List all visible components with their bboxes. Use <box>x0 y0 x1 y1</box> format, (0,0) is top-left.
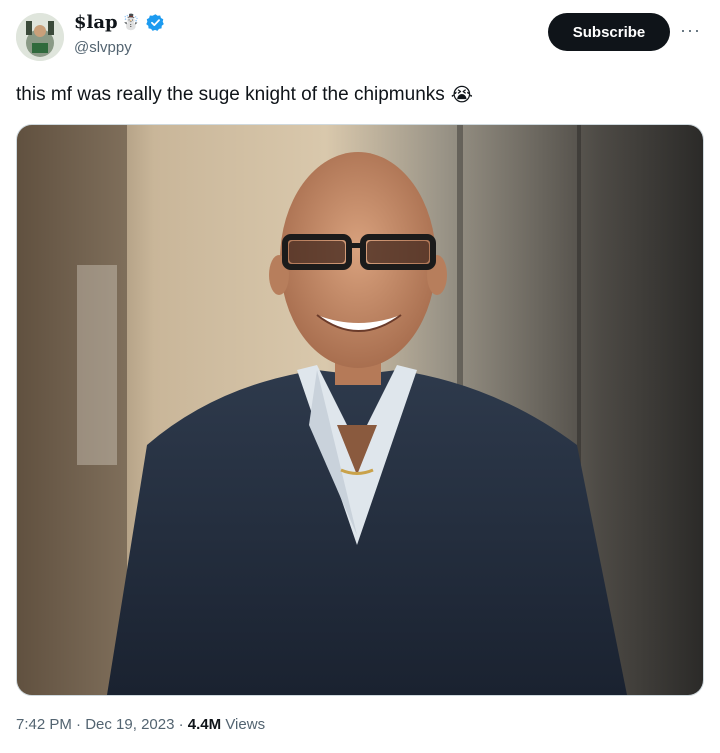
subscribe-button[interactable]: Subscribe <box>548 13 670 51</box>
tweet-time[interactable]: 7:42 PM <box>16 716 72 733</box>
separator-dot: · <box>71 716 86 733</box>
views-count: 4.4M <box>187 716 222 733</box>
tweet-text-row: this mf was really the suge knight of th… <box>16 84 473 106</box>
tweet-media[interactable] <box>16 124 704 696</box>
display-name-row: $lap ☃️ <box>74 12 165 33</box>
tweet-text: this mf was really the suge knight of th… <box>16 84 445 105</box>
separator-dot: · <box>174 716 188 733</box>
tweet-date[interactable]: Dec 19, 2023 <box>85 716 174 733</box>
verified-badge-icon <box>146 14 165 31</box>
views-label: Views <box>221 716 266 733</box>
tweet-meta: 7:42 PM · Dec 19, 2023 · 4.4M Views <box>16 716 265 733</box>
handle[interactable]: @slvppy <box>74 39 132 56</box>
display-name[interactable]: $lap <box>74 12 118 33</box>
photo <box>17 125 703 695</box>
more-options-icon[interactable]: ··· <box>680 20 701 41</box>
snowman-emoji: ☃️ <box>121 13 141 31</box>
avatar-image <box>16 13 64 61</box>
crying-face-emoji: 😭 <box>450 84 473 106</box>
avatar[interactable] <box>16 13 64 61</box>
